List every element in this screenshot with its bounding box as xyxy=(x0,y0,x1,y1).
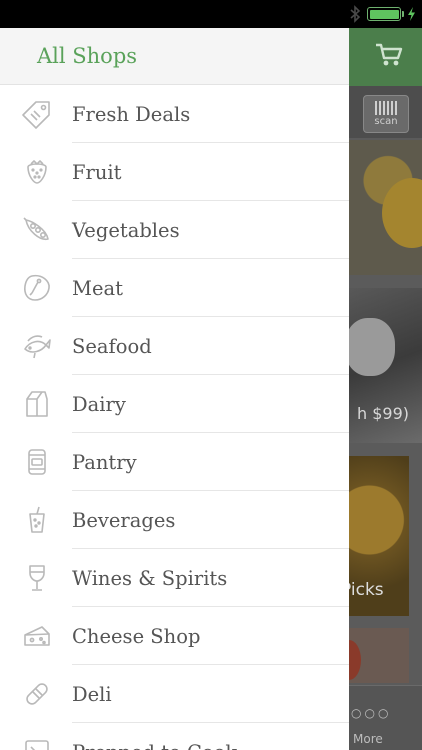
barcode-icon xyxy=(375,101,397,115)
menu-item-label: Vegetables xyxy=(72,218,180,242)
status-indicators xyxy=(349,5,416,23)
menu-item-beverages[interactable]: Beverages xyxy=(0,491,349,549)
steak-icon xyxy=(0,259,72,317)
menu-item-label: Cheese Shop xyxy=(72,624,201,648)
fish-icon xyxy=(0,317,72,375)
menu-item-label: Seafood xyxy=(72,334,152,358)
menu-item-label: Fruit xyxy=(72,160,122,184)
status-bar xyxy=(0,0,422,28)
menu-item-label: Deli xyxy=(72,682,112,706)
menu-item-label: Beverages xyxy=(72,508,176,532)
menu-item-pantry[interactable]: Pantry xyxy=(0,433,349,491)
bluetooth-icon xyxy=(350,5,361,23)
tab-more-label[interactable]: More xyxy=(353,732,383,746)
cart-icon[interactable] xyxy=(375,42,403,68)
scan-button[interactable]: scan xyxy=(363,95,409,133)
menu-item-label: Fresh Deals xyxy=(72,102,191,126)
menu-item-fresh-deals[interactable]: Fresh Deals xyxy=(0,85,349,143)
menu-item-vegetables[interactable]: Vegetables xyxy=(0,201,349,259)
menu-item-cheese-shop[interactable]: Cheese Shop xyxy=(0,607,349,665)
menu-item-label: Pantry xyxy=(72,450,137,474)
promo-image-cup xyxy=(345,318,395,376)
menu-item-fruit[interactable]: Fruit xyxy=(0,143,349,201)
background-app-overlay[interactable]: scan h $99) Picks ○○○ More xyxy=(337,28,422,750)
scan-label: scan xyxy=(374,116,398,127)
menu-item-seafood[interactable]: Seafood xyxy=(0,317,349,375)
more-dots-icon[interactable]: ○○○ xyxy=(351,706,391,720)
sausage-icon xyxy=(0,665,72,723)
prepped-icon xyxy=(0,723,72,750)
tab-bar: ○○○ More xyxy=(337,685,422,750)
shops-drawer: All Shops Fresh Deals Fruit Vegetables M… xyxy=(0,28,349,750)
menu-item-label: Wines & Spirits xyxy=(72,566,228,590)
menu-item-label: Prepped to Cook xyxy=(72,741,237,750)
strawberry-icon xyxy=(0,143,72,201)
charging-bolt-icon xyxy=(408,7,415,21)
drawer-header[interactable]: All Shops xyxy=(0,28,349,85)
menu-item-dairy[interactable]: Dairy xyxy=(0,375,349,433)
menu-item-deli[interactable]: Deli xyxy=(0,665,349,723)
price-tag-icon xyxy=(0,85,72,143)
cheese-icon xyxy=(0,607,72,665)
can-icon xyxy=(0,433,72,491)
milk-carton-icon xyxy=(0,375,72,433)
menu-item-prepped-to-cook[interactable]: Prepped to Cook xyxy=(0,723,349,750)
menu-item-meat[interactable]: Meat xyxy=(0,259,349,317)
wine-glass-icon xyxy=(0,549,72,607)
drawer-title[interactable]: All Shops xyxy=(37,44,137,68)
background-header xyxy=(337,28,422,86)
menu-item-label: Meat xyxy=(72,276,123,300)
menu-item-wines-spirits[interactable]: Wines & Spirits xyxy=(0,549,349,607)
battery-icon xyxy=(367,7,404,21)
menu-item-label: Dairy xyxy=(72,392,126,416)
battery-level xyxy=(369,9,399,19)
pea-pod-icon xyxy=(0,201,72,259)
drink-cup-icon xyxy=(0,491,72,549)
